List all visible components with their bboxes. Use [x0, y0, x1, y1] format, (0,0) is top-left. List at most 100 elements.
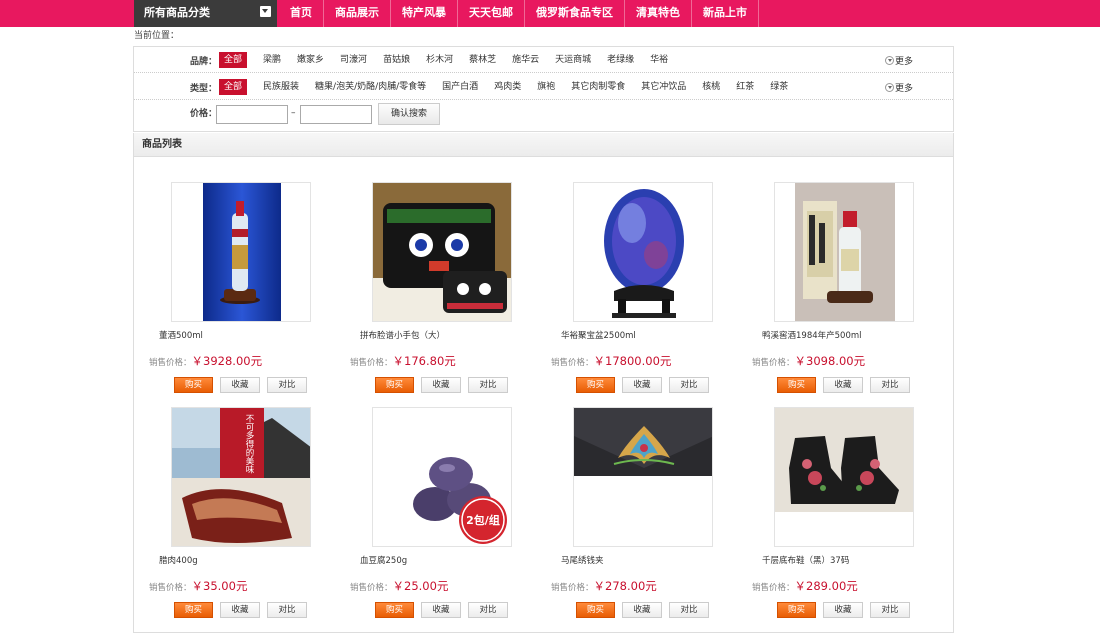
brand-option[interactable]: 老绿缘 — [607, 52, 634, 68]
type-option[interactable]: 红茶 — [736, 79, 754, 95]
nav-products[interactable]: 商品展示 — [324, 0, 391, 27]
compare-button[interactable]: 对比 — [267, 377, 307, 393]
compare-button[interactable]: 对比 — [870, 377, 910, 393]
favorite-button[interactable]: 收藏 — [622, 602, 662, 618]
buy-button[interactable]: 购买 — [777, 377, 816, 393]
product-name[interactable]: 拼布脸谱小手包（大） — [360, 329, 445, 341]
buy-button[interactable]: 购买 — [576, 377, 615, 393]
buy-button[interactable]: 购买 — [576, 602, 615, 618]
brand-option[interactable]: 梁鹏 — [263, 52, 281, 68]
product-name[interactable]: 千层底布鞋（黑）37码 — [762, 554, 849, 566]
favorite-button[interactable]: 收藏 — [220, 602, 260, 618]
product-image[interactable] — [372, 182, 512, 322]
type-option[interactable]: 其它冲饮品 — [641, 79, 686, 95]
product-name[interactable]: 鸭溪窖酒1984年产500ml — [762, 329, 862, 341]
type-option[interactable]: 绿茶 — [770, 79, 788, 95]
buy-button[interactable]: 购买 — [174, 602, 213, 618]
product-card: 华裕聚宝盆2500ml 销售价格：￥17800.00元 购买 收藏 对比 — [551, 182, 741, 402]
nav-home[interactable]: 首页 — [279, 0, 324, 27]
brand-more-button[interactable]: 更多 — [884, 54, 913, 67]
product-price: 销售价格：￥3928.00元 — [149, 353, 262, 369]
filter-panel: 品牌： 全部 梁鹏 嫩家乡 司濠河 苗姑娘 杉木河 蔡林芝 施华云 天运商城 老… — [133, 46, 954, 132]
favorite-button[interactable]: 收藏 — [823, 602, 863, 618]
nav-free-shipping[interactable]: 天天包邮 — [458, 0, 525, 27]
all-categories-dropdown[interactable]: 所有商品分类 — [134, 0, 277, 27]
all-categories-label: 所有商品分类 — [144, 6, 210, 19]
chevron-down-icon[interactable] — [260, 6, 271, 17]
product-image[interactable] — [171, 182, 311, 322]
compare-button[interactable]: 对比 — [669, 602, 709, 618]
price-prefix: 销售价格： — [149, 583, 192, 593]
price-prefix: 销售价格： — [551, 583, 594, 593]
buy-button[interactable]: 购买 — [375, 602, 414, 618]
product-image[interactable] — [774, 407, 914, 547]
compare-button[interactable]: 对比 — [267, 602, 307, 618]
product-image[interactable]: 不可多得的美味 — [171, 407, 311, 547]
product-image[interactable] — [573, 407, 713, 547]
product-price: 销售价格：￥176.80元 — [350, 353, 456, 369]
brand-option[interactable]: 华裕 — [650, 52, 668, 68]
price-max-input[interactable] — [300, 105, 372, 124]
price-prefix: 销售价格： — [752, 583, 795, 593]
product-name[interactable]: 腊肉400g — [159, 554, 198, 566]
product-image[interactable] — [774, 182, 914, 322]
type-option[interactable]: 鸡肉类 — [494, 79, 521, 95]
brand-option[interactable]: 全部 — [219, 52, 248, 68]
nav-russian-food[interactable]: 俄罗斯食品专区 — [525, 0, 625, 27]
compare-button[interactable]: 对比 — [468, 377, 508, 393]
favorite-button[interactable]: 收藏 — [220, 377, 260, 393]
product-card: 千层底布鞋（黑）37码 销售价格：￥289.00元 购买 收藏 对比 — [752, 407, 942, 627]
price-value: ￥17800.00元 — [593, 354, 672, 368]
product-name[interactable]: 血豆腐250g — [360, 554, 407, 566]
type-option[interactable]: 糖果/泡芙/奶酪/肉脯/零食等 — [315, 79, 426, 95]
buy-button[interactable]: 购买 — [777, 602, 816, 618]
confirm-search-button[interactable]: 确认搜索 — [378, 103, 440, 125]
type-option[interactable]: 全部 — [219, 79, 248, 95]
type-option[interactable]: 国产白酒 — [442, 79, 478, 95]
type-option[interactable]: 旗袍 — [537, 79, 555, 95]
pack-badge: 2包/组 — [466, 514, 500, 527]
brand-option[interactable]: 苗姑娘 — [383, 52, 410, 68]
price-prefix: 销售价格： — [149, 358, 192, 368]
product-card: 不可多得的美味 腊肉400g 销售价格：￥35.00元 购买 收藏 对比 — [149, 407, 339, 627]
brand-option[interactable]: 嫩家乡 — [297, 52, 324, 68]
product-name[interactable]: 董酒500ml — [159, 329, 203, 341]
type-more-button[interactable]: 更多 — [884, 81, 913, 94]
type-option[interactable]: 核桃 — [702, 79, 720, 95]
compare-button[interactable]: 对比 — [870, 602, 910, 618]
nav-new-arrivals[interactable]: 新品上市 — [692, 0, 759, 27]
product-name[interactable]: 华裕聚宝盆2500ml — [561, 329, 636, 341]
main-nav: 首页 商品展示 特产风暴 天天包邮 俄罗斯食品专区 清真特色 新品上市 — [279, 0, 759, 27]
favorite-button[interactable]: 收藏 — [823, 377, 863, 393]
brand-option[interactable]: 司濠河 — [340, 52, 367, 68]
price-value: ￥278.00元 — [593, 579, 657, 593]
brand-option[interactable]: 杉木河 — [426, 52, 453, 68]
brand-option[interactable]: 施华云 — [512, 52, 539, 68]
compare-button[interactable]: 对比 — [669, 377, 709, 393]
product-name[interactable]: 马尾绣钱夹 — [561, 554, 604, 566]
product-image[interactable]: 2包/组 — [372, 407, 512, 547]
type-option[interactable]: 其它肉制零食 — [571, 79, 625, 95]
price-value: ￥3098.00元 — [794, 354, 866, 368]
price-prefix: 销售价格： — [752, 358, 795, 368]
product-card: 鸭溪窖酒1984年产500ml 销售价格：￥3098.00元 购买 收藏 对比 — [752, 182, 942, 402]
brand-option[interactable]: 天运商城 — [555, 52, 591, 68]
price-label: 价格： — [190, 109, 218, 119]
product-image[interactable] — [573, 182, 713, 322]
favorite-button[interactable]: 收藏 — [421, 377, 461, 393]
product-price: 销售价格：￥25.00元 — [350, 578, 448, 594]
price-min-input[interactable] — [216, 105, 288, 124]
buy-button[interactable]: 购买 — [375, 377, 414, 393]
favorite-button[interactable]: 收藏 — [622, 377, 662, 393]
nav-specialties[interactable]: 特产风暴 — [391, 0, 458, 27]
type-option[interactable]: 民族服装 — [263, 79, 299, 95]
nav-halal[interactable]: 清真特色 — [625, 0, 692, 27]
type-filter-row: 类型： 全部 民族服装 糖果/泡芙/奶酪/肉脯/零食等 国产白酒 鸡肉类 旗袍 … — [134, 74, 953, 100]
brand-option[interactable]: 蔡林芝 — [469, 52, 496, 68]
buy-button[interactable]: 购买 — [174, 377, 213, 393]
product-card: 拼布脸谱小手包（大） 销售价格：￥176.80元 购买 收藏 对比 — [350, 182, 540, 402]
price-prefix: 销售价格： — [350, 583, 393, 593]
compare-button[interactable]: 对比 — [468, 602, 508, 618]
product-card: 董酒500ml 销售价格：￥3928.00元 购买 收藏 对比 — [149, 182, 339, 402]
favorite-button[interactable]: 收藏 — [421, 602, 461, 618]
